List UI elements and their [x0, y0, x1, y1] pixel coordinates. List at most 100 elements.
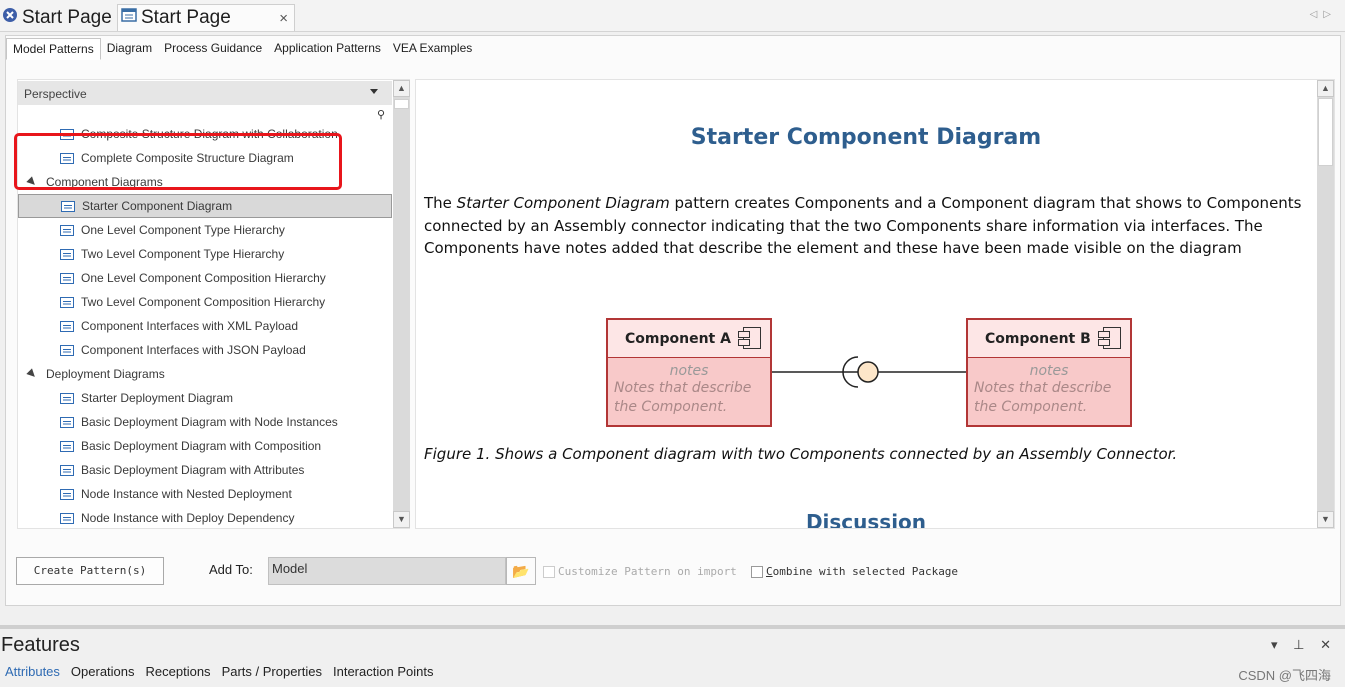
tree-item-label: Basic Deployment Diagram with Attributes [81, 463, 305, 477]
tree-group[interactable]: Deployment Diagrams [18, 362, 392, 386]
tree-item-label: Basic Deployment Diagram with Node Insta… [81, 415, 338, 429]
sub-tab-bar: Model Patterns Diagram Process Guidance … [6, 38, 478, 60]
pattern-icon [60, 296, 74, 308]
tree-item-label: Node Instance with Nested Deployment [81, 487, 292, 501]
tree-item-label: Starter Component Diagram [82, 199, 233, 213]
component-b-shape: Component B notes Notes that describe th… [966, 318, 1132, 427]
tab-process-guidance[interactable]: Process Guidance [158, 38, 268, 60]
tree-item[interactable]: Composite Structure Diagram with Collabo… [18, 122, 392, 146]
tab-application-patterns[interactable]: Application Patterns [268, 38, 387, 60]
tab-vea-examples[interactable]: VEA Examples [387, 38, 478, 60]
tree-item[interactable]: Complete Composite Structure Diagram [18, 146, 392, 170]
tab-parts-properties[interactable]: Parts / Properties [217, 664, 328, 679]
pattern-icon [60, 248, 74, 260]
tree-item[interactable]: One Level Component Type Hierarchy [18, 218, 392, 242]
tree-item[interactable]: Component Interfaces with JSON Payload [18, 338, 392, 362]
search-icon[interactable]: ⚲ [377, 108, 385, 121]
features-title: Features [1, 634, 80, 656]
pattern-icon [60, 128, 74, 140]
component-a-notes: Notes that describe the Component. [614, 380, 752, 415]
scroll-down-icon[interactable]: ▼ [1317, 511, 1334, 528]
tree-item-label: Node Instance with Deploy Dependency [81, 511, 295, 525]
scroll-up-icon[interactable]: ▲ [393, 80, 410, 97]
pattern-tree-pane: Perspective ⚲ Composite Structure Diagra… [17, 79, 410, 529]
pattern-icon [61, 200, 75, 212]
folder-icon: 📂 [512, 563, 530, 579]
features-pane-controls[interactable]: ▾ ⊥ ✕ [1271, 637, 1337, 653]
checkbox-box[interactable] [751, 565, 763, 578]
component-b-notes-label: notes [1029, 363, 1069, 379]
features-pane: Features ▾ ⊥ ✕ Attributes Operations Rec… [0, 629, 1345, 687]
tab-receptions[interactable]: Receptions [141, 664, 217, 679]
chevron-down-icon [370, 89, 378, 94]
tab-attributes[interactable]: Attributes [0, 664, 66, 679]
scroll-up-icon[interactable]: ▲ [1317, 80, 1334, 97]
perspective-dropdown[interactable]: Perspective [18, 81, 392, 105]
combine-package-checkbox[interactable]: Combine with selected Package [751, 565, 958, 578]
tree-group[interactable]: Component Diagrams [18, 170, 392, 194]
model-wizard-icon [121, 7, 137, 29]
tab-model-wizard[interactable]: Start Page × [117, 4, 295, 31]
customize-pattern-checkbox[interactable]: Customize Pattern on import [543, 565, 737, 578]
tab-start-page-label: Start Page [22, 6, 112, 28]
tree-item[interactable]: Two Level Component Composition Hierarch… [18, 290, 392, 314]
tree-item-label: Two Level Component Type Hierarchy [81, 247, 285, 261]
browse-folder-button[interactable]: 📂 [506, 557, 536, 585]
component-a-name: Component A [625, 331, 731, 347]
watermark: CSDN @飞四海 [1238, 668, 1331, 683]
pattern-icon [60, 152, 74, 164]
tab-start-page[interactable]: Start Page [2, 4, 112, 31]
tree-item[interactable]: Starter Component Diagram [18, 194, 392, 218]
doc-title: Starter Component Diagram [690, 125, 1042, 150]
viewer-scrollbar[interactable]: ▲ ▼ [1317, 80, 1334, 528]
discussion-heading: Discussion [805, 510, 927, 529]
component-icon [1098, 327, 1121, 349]
wizard-panel: Model Patterns Diagram Process Guidance … [5, 35, 1341, 606]
pattern-icon [60, 224, 74, 236]
add-to-field[interactable]: Model [268, 557, 506, 585]
create-patterns-button[interactable]: Create Pattern(s) [16, 557, 164, 585]
perspective-label: Perspective [24, 87, 87, 101]
tree-item[interactable]: Basic Deployment Diagram with Compositio… [18, 434, 392, 458]
tree-item-label: Component Interfaces with XML Payload [81, 319, 299, 333]
pattern-icon [60, 392, 74, 404]
close-tab-icon[interactable]: × [279, 10, 288, 27]
start-page-icon [2, 7, 18, 29]
expand-triangle-icon [26, 368, 38, 380]
tree-item[interactable]: Component Interfaces with XML Payload [18, 314, 392, 338]
tree-item-label: Starter Deployment Diagram [81, 391, 234, 405]
tree-item-label: Deployment Diagrams [46, 367, 165, 381]
tab-scroll-arrows[interactable]: ◁▷ [1310, 9, 1337, 20]
tree-item[interactable]: Basic Deployment Diagram with Attributes [18, 458, 392, 482]
component-icon [738, 327, 761, 349]
tree-item[interactable]: Node Instance with Nested Deployment [18, 482, 392, 506]
tree-item[interactable]: Node Instance with Deploy Dependency [18, 506, 392, 530]
tab-model-patterns[interactable]: Model Patterns [6, 38, 101, 60]
scroll-down-icon[interactable]: ▼ [393, 511, 410, 528]
tree-scrollbar[interactable]: ▲ ▼ [393, 80, 410, 528]
tree-item[interactable]: Starter Deployment Diagram [18, 386, 392, 410]
tree-item[interactable]: Two Level Component Type Hierarchy [18, 242, 392, 266]
model-wizard-window: Start Page Start Page × ◁▷ Model Pattern… [0, 0, 1345, 687]
pattern-icon [60, 320, 74, 332]
tab-operations[interactable]: Operations [66, 664, 141, 679]
tree-item[interactable]: One Level Component Composition Hierarch… [18, 266, 392, 290]
tree-item-label: Complete Composite Structure Diagram [81, 151, 294, 165]
pattern-icon [60, 464, 74, 476]
tree-item-label: Component Diagrams [46, 175, 163, 189]
customize-pattern-label: Customize Pattern on import [558, 565, 737, 578]
viewer-scroll-thumb[interactable] [1318, 98, 1333, 166]
expand-triangle-icon [26, 176, 38, 188]
pattern-tree: Composite Structure Diagram with Collabo… [18, 122, 392, 530]
tree-scroll-thumb[interactable] [394, 99, 409, 109]
add-to-label: Add To: [209, 562, 253, 577]
tab-interaction-points[interactable]: Interaction Points [328, 664, 439, 679]
doc-description: The Starter Component Diagram pattern cr… [424, 194, 1302, 257]
pattern-icon [60, 344, 74, 356]
tree-item-label: Basic Deployment Diagram with Compositio… [81, 439, 322, 453]
tree-item[interactable]: Basic Deployment Diagram with Node Insta… [18, 410, 392, 434]
features-tab-bar: Attributes Operations Receptions Parts /… [0, 664, 439, 679]
document-tab-bar: Start Page Start Page × ◁▷ [0, 0, 1345, 32]
tab-diagram[interactable]: Diagram [101, 38, 158, 60]
checkbox-box[interactable] [543, 565, 555, 578]
